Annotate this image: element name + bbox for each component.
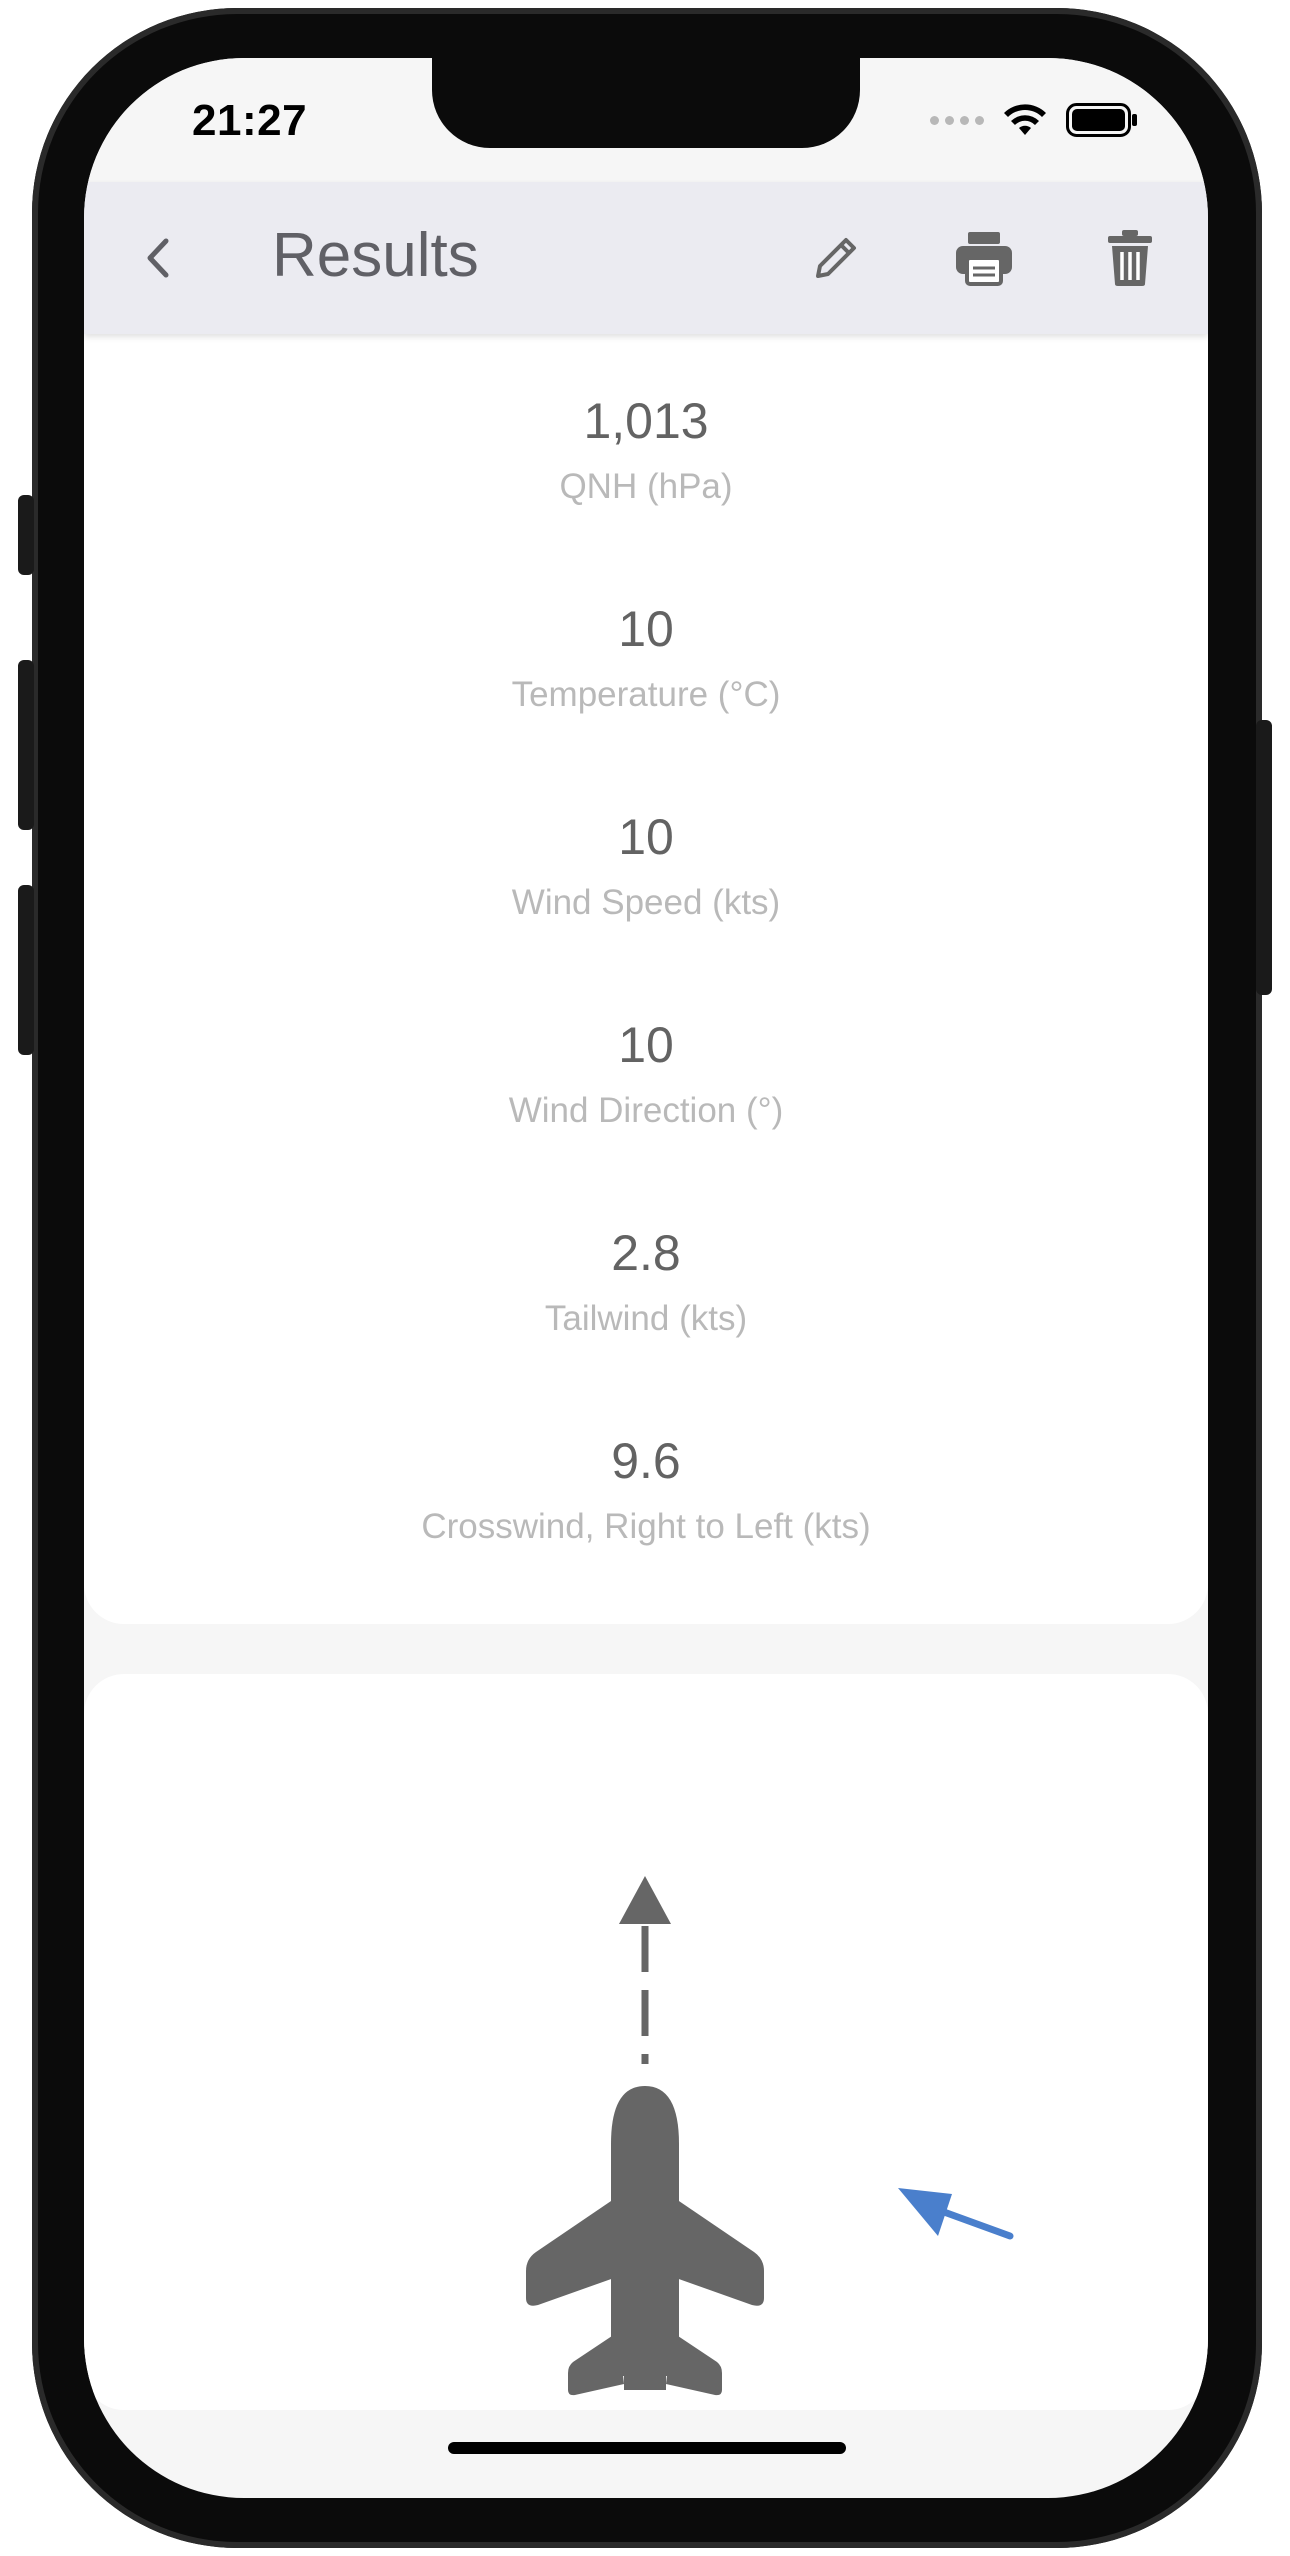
- result-crosswind: 9.6 Crosswind, Right to Left (kts): [84, 1428, 1208, 1636]
- wind-diagram: [526, 1876, 1014, 2396]
- heading-arrow-icon: [619, 1876, 671, 2064]
- result-label: Wind Speed (kts): [511, 883, 781, 922]
- result-label: Tailwind (kts): [544, 1299, 748, 1338]
- result-wind-direction: 10 Wind Direction (°): [84, 1012, 1208, 1220]
- result-value: 9.6: [611, 1433, 681, 1489]
- result-label: Wind Direction (°): [508, 1091, 784, 1130]
- status-bar: 21:27: [84, 58, 1208, 182]
- status-time: 21:27: [192, 96, 308, 145]
- print-button[interactable]: [944, 218, 1024, 298]
- silent-switch: [18, 495, 34, 575]
- result-label: Temperature (°C): [511, 675, 781, 714]
- screen: 21:27 Results 1,013 QNH (hPa) 10 Tempera…: [84, 58, 1208, 2498]
- trash-icon: [1108, 230, 1152, 286]
- page-title: Results: [272, 221, 479, 290]
- result-value: 10: [618, 1017, 674, 1073]
- wifi-icon: [1004, 104, 1046, 135]
- result-tailwind: 2.8 Tailwind (kts): [84, 1220, 1208, 1428]
- battery-icon: [1066, 103, 1137, 137]
- printer-icon: [956, 232, 1012, 286]
- status-icons: [930, 102, 1138, 138]
- result-value: 10: [618, 809, 674, 865]
- wind-diagram-card: [84, 1674, 1208, 2410]
- delete-button[interactable]: [1090, 218, 1170, 298]
- back-icon: [147, 238, 169, 278]
- result-value: 10: [618, 601, 674, 657]
- home-indicator[interactable]: [448, 2442, 846, 2454]
- result-temperature: 10 Temperature (°C): [84, 596, 1208, 804]
- result-value: 2.8: [611, 1225, 681, 1281]
- result-qnh: 1,013 QNH (hPa): [84, 388, 1208, 596]
- volume-down-button: [18, 885, 34, 1055]
- edit-button[interactable]: [796, 218, 876, 298]
- airplane-icon: [526, 2086, 764, 2396]
- result-label: Crosswind, Right to Left (kts): [421, 1507, 871, 1546]
- power-button: [1256, 720, 1272, 995]
- result-label: QNH (hPa): [559, 467, 733, 506]
- results-card: 1,013 QNH (hPa) 10 Temperature (°C) 10 W…: [84, 334, 1208, 1624]
- cellular-icon: [930, 115, 984, 125]
- result-value: 1,013: [583, 393, 709, 449]
- back-button[interactable]: [118, 218, 198, 298]
- app-bar: Results: [84, 182, 1208, 334]
- wind-arrow-icon: [898, 2188, 1014, 2240]
- result-wind-speed: 10 Wind Speed (kts): [84, 804, 1208, 1012]
- notch: [432, 58, 860, 148]
- volume-up-button: [18, 660, 34, 830]
- pencil-icon: [816, 238, 856, 278]
